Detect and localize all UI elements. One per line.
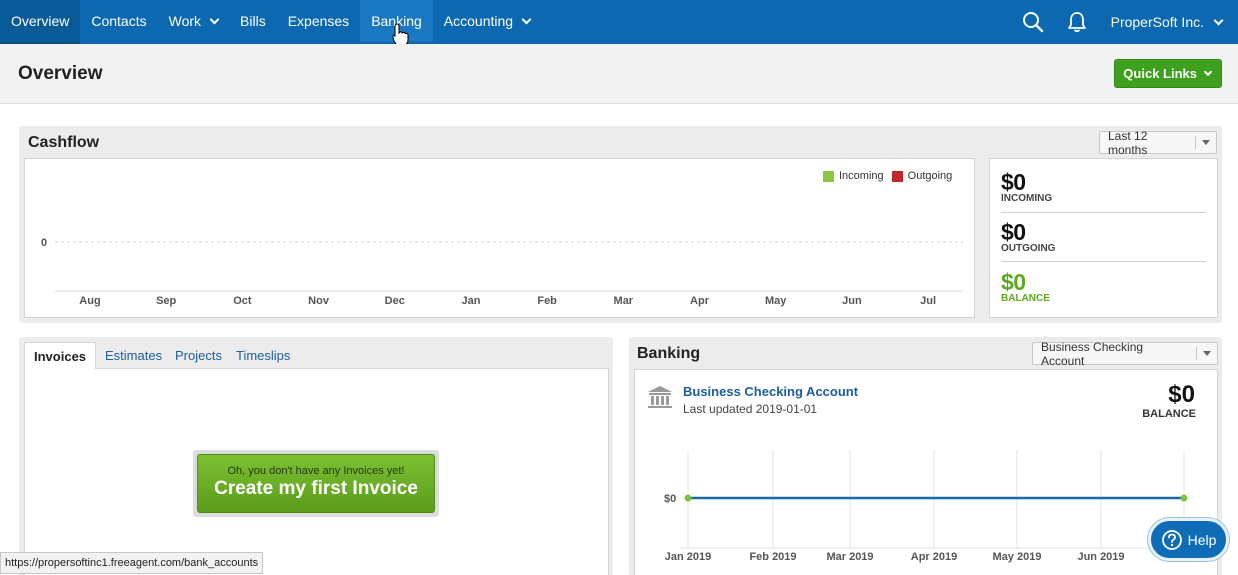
divider [1001,212,1206,213]
tab-label: Timeslips [236,348,291,363]
incoming-label: INCOMING [1001,193,1053,204]
incoming-summary: $0 INCOMING [1001,169,1052,204]
balance-label: BALANCE [1001,293,1050,304]
data-point [684,494,692,502]
x-tick-label: Nov [308,295,330,307]
top-navigation: Overview Contacts Work Bills Expenses Ba… [0,0,1238,44]
data-point [1180,494,1188,502]
empty-invoices-message: Oh, you don't have any Invoices yet! [227,465,405,477]
help-icon [1161,529,1182,550]
select-separator [1195,136,1196,149]
bank-balance-value: $0 [1168,381,1195,408]
bank-icon [648,386,672,408]
tab-invoices[interactable]: Invoices [24,342,97,369]
bank-account-link[interactable]: Business Checking Account [683,384,858,399]
cashflow-chart: Incoming Outgoing 0 Aug Sep Oct Nov Dec Jan Feb… [24,158,975,318]
chevron-down-icon [521,14,532,24]
tab-estimates[interactable]: Estimates [105,342,162,369]
nav-item-contacts[interactable]: Contacts [80,0,157,42]
x-tick-label: Dec [385,295,405,307]
quick-links-label: Quick Links [1123,66,1197,81]
notifications-button[interactable] [1055,1,1099,43]
search-button[interactable] [1011,1,1055,43]
x-tick-label: Mar [614,295,634,307]
x-tick-label: Jan 2019 [665,551,711,563]
x-tick-label: Oct [233,295,252,307]
cashflow-title: Cashflow [28,134,100,151]
status-url: https://propersoftinc1.freeagent.com/ban… [0,552,264,574]
nav-item-label: Bills [240,13,266,29]
caret-down-icon [1203,351,1211,356]
page-title: Overview [18,63,103,84]
caret-down-icon [1202,140,1210,145]
page-header: Overview Quick Links [0,44,1238,104]
search-icon [1022,12,1043,33]
x-tick-label: Jun 2019 [1077,551,1124,563]
x-tick-label: Aug [79,295,100,307]
bank-balance-label: BALANCE [1142,408,1196,420]
y-tick-label: 0 [41,237,47,249]
chevron-down-icon [1213,15,1224,25]
help-button[interactable]: Help [1148,518,1229,561]
create-invoice-label: Create my first Invoice [214,478,418,499]
nav-item-work[interactable]: Work [158,0,229,42]
outgoing-label: OUTGOING [1001,243,1056,254]
bank-account-card: Business Checking Account Last updated 2… [634,369,1218,575]
nav-right-group: ProperSoft Inc. [1011,0,1238,44]
nav-item-label: Accounting [443,13,514,29]
bank-account-select-value: Business Checking Account [1041,339,1144,368]
create-first-invoice-button[interactable]: Oh, you don't have any Invoices yet! Cre… [197,454,435,513]
chevron-down-icon [209,14,220,24]
cashflow-plot: 0 Aug Sep Oct Nov Dec Jan Feb Mar Apr May Jun Jul [41,237,963,307]
banking-panel: Banking Business Checking Account Busine… [629,337,1222,575]
tab-label: Invoices [34,348,87,364]
chevron-down-icon [1203,67,1213,76]
x-tick-label: May [765,295,787,307]
outgoing-value: $0 [1001,219,1026,245]
tab-projects[interactable]: Projects [175,342,222,369]
help-label: Help [1187,531,1217,548]
x-tick-label: Jul [920,295,936,307]
select-separator [1196,347,1197,360]
cashflow-summary: $0 INCOMING $0 OUTGOING $0 BALANCE [989,158,1218,318]
x-tick-label: Apr 2019 [911,551,957,563]
x-tick-label: Mar 2019 [826,551,873,563]
incoming-value: $0 [1001,169,1026,195]
period-select-value: Last 12 months [1108,128,1148,157]
x-tick-label: Feb [537,295,557,307]
nav-item-accounting[interactable]: Accounting [433,0,541,42]
bank-account-select[interactable]: Business Checking Account [1032,339,1218,368]
outgoing-summary: $0 OUTGOING [1001,219,1055,254]
balance-summary: $0 BALANCE [1001,269,1050,304]
tab-timeslips[interactable]: Timeslips [236,342,290,369]
banking-title: Banking [637,345,701,362]
cashflow-panel: Cashflow Last 12 months Incoming Outgoin… [19,126,1222,323]
last-updated: Last updated 2019-01-01 [683,402,818,416]
nav-item-label: Overview [11,13,70,29]
company-menu[interactable]: ProperSoft Inc. [1099,1,1238,43]
tab-label: Projects [175,348,222,363]
nav-item-label: Contacts [91,13,147,29]
bank-balance-chart: $0 Jan 2019 Feb 2019 Mar 2019 Apr 2019 May 20… [664,450,1195,563]
x-tick-label: Jan [461,295,480,307]
x-tick-label: Feb 2019 [749,551,796,563]
y-tick-label: $0 [664,493,676,505]
nav-item-label: Expenses [287,13,350,29]
nav-item-expenses[interactable]: Expenses [277,0,360,42]
create-invoice-wrapper: Oh, you don't have any Invoices yet! Cre… [193,450,439,517]
x-tick-label: Sep [156,295,176,307]
bell-icon [1067,12,1086,33]
nav-item-overview[interactable]: Overview [0,0,81,44]
tab-label: Estimates [105,348,163,363]
x-tick-label: May 2019 [993,551,1042,563]
balance-value: $0 [1001,269,1026,295]
nav-item-bills[interactable]: Bills [229,0,277,42]
x-tick-label: Apr [690,295,710,307]
period-select[interactable]: Last 12 months [1099,128,1217,157]
company-name: ProperSoft Inc. [1110,14,1204,30]
divider [1001,261,1206,262]
quick-links-button[interactable]: Quick Links [1114,59,1222,88]
x-tick-label: Jun [842,295,862,307]
nav-item-label: Work [168,13,202,29]
